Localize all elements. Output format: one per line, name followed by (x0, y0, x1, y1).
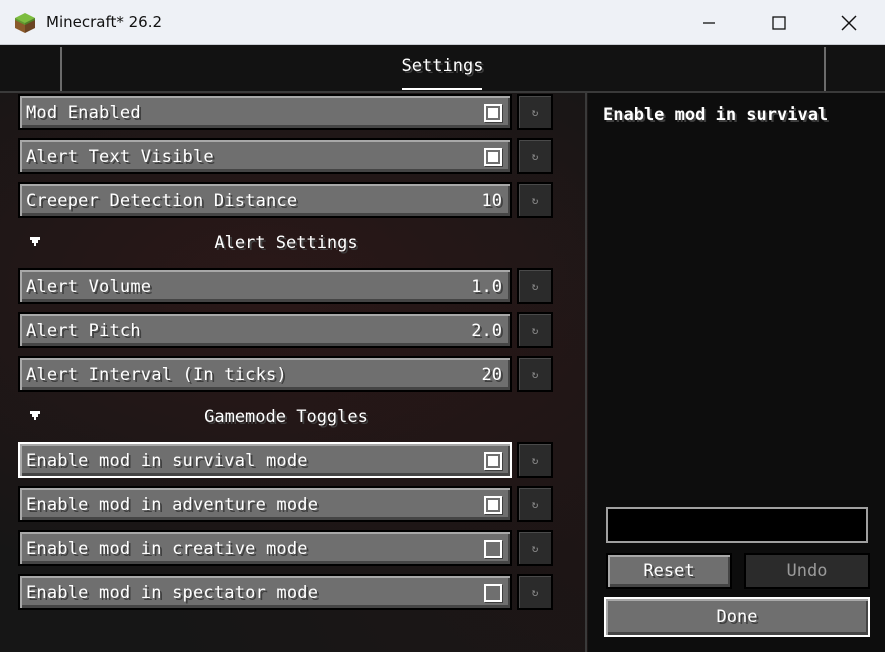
reset-setting-button[interactable]: ↻ (517, 356, 553, 392)
value-input-field[interactable] (606, 507, 868, 543)
reset-icon: ↻ (531, 279, 539, 293)
tab-active-underline (402, 88, 482, 90)
spectator-mode-toggle[interactable]: Enable mod in spectator mode (18, 574, 512, 610)
setting-row-adventure: Enable mod in adventure mode ↻ (18, 486, 554, 524)
alert-pitch-slider[interactable]: Alert Pitch 2.0 (18, 312, 512, 348)
reset-button[interactable]: Reset (606, 553, 732, 589)
reset-setting-button[interactable]: ↻ (517, 182, 553, 218)
maximize-button[interactable] (744, 0, 814, 45)
setting-label: Alert Interval (In ticks) (26, 365, 287, 385)
minimize-icon (703, 21, 715, 24)
creeper-distance-slider[interactable]: Creeper Detection Distance 10 (18, 182, 512, 218)
checkbox-checked[interactable] (484, 104, 502, 122)
reset-setting-button[interactable]: ↻ (517, 138, 553, 174)
setting-label: Mod Enabled (26, 103, 141, 123)
setting-label: Enable mod in survival mode (26, 451, 308, 471)
setting-row-spectator: Enable mod in spectator mode ↻ (18, 574, 554, 612)
setting-row-alert-text-visible: Alert Text Visible ↻ (18, 138, 554, 176)
reset-setting-button[interactable]: ↻ (517, 442, 553, 478)
description-title: Enable mod in survival (603, 105, 829, 125)
reset-icon: ↻ (531, 149, 539, 163)
creative-mode-toggle[interactable]: Enable mod in creative mode (18, 530, 512, 566)
reset-icon: ↻ (531, 367, 539, 381)
description-panel: Enable mod in survival Reset Undo Done (588, 93, 885, 652)
setting-row-alert-interval: Alert Interval (In ticks) 20 ↻ (18, 356, 554, 394)
setting-label: Alert Text Visible (26, 147, 214, 167)
reset-icon: ↻ (531, 585, 539, 599)
reset-setting-button[interactable]: ↻ (517, 530, 553, 566)
checkbox-unchecked[interactable] (484, 540, 502, 558)
section-title: Gamemode Toggles (204, 407, 368, 427)
setting-row-survival: Enable mod in survival mode ↻ (18, 442, 554, 480)
reset-setting-button[interactable]: ↻ (517, 312, 553, 348)
setting-value: 1.0 (471, 277, 502, 297)
adventure-mode-toggle[interactable]: Enable mod in adventure mode (18, 486, 512, 522)
reset-setting-button[interactable]: ↻ (517, 268, 553, 304)
alert-interval-slider[interactable]: Alert Interval (In ticks) 20 (18, 356, 512, 392)
setting-value: 20 (481, 365, 502, 385)
reset-icon: ↻ (531, 105, 539, 119)
game-screen: Settings Mod Enabled ↻ Alert Text Visibl… (0, 45, 885, 652)
setting-label: Creeper Detection Distance (26, 191, 298, 211)
window-titlebar: Minecraft* 26.2 (0, 0, 885, 45)
setting-label: Enable mod in creative mode (26, 539, 308, 559)
mod-enabled-toggle[interactable]: Mod Enabled (18, 94, 512, 130)
reset-setting-button[interactable]: ↻ (517, 574, 553, 610)
reset-icon: ↻ (531, 541, 539, 555)
checkbox-checked[interactable] (484, 452, 502, 470)
setting-label: Alert Volume (26, 277, 152, 297)
done-button[interactable]: Done (604, 597, 870, 637)
minimize-button[interactable] (674, 0, 744, 45)
setting-value: 2.0 (471, 321, 502, 341)
reset-icon: ↻ (531, 323, 539, 337)
section-title: Alert Settings (214, 233, 358, 253)
setting-value: 10 (481, 191, 502, 211)
reset-setting-button[interactable]: ↻ (517, 486, 553, 522)
checkbox-unchecked[interactable] (484, 584, 502, 602)
setting-row-creeper-distance: Creeper Detection Distance 10 ↻ (18, 182, 554, 220)
reset-icon: ↻ (531, 193, 539, 207)
setting-row-mod-enabled: Mod Enabled ↻ (18, 94, 554, 132)
settings-list[interactable]: Mod Enabled ↻ Alert Text Visible ↻ Creep… (0, 93, 580, 652)
reset-setting-button[interactable]: ↻ (517, 94, 553, 130)
maximize-icon (772, 15, 786, 30)
reset-icon: ↻ (531, 453, 539, 467)
close-icon (841, 15, 857, 30)
window-title: Minecraft* 26.2 (46, 13, 163, 31)
panel-divider (585, 93, 587, 652)
setting-row-alert-pitch: Alert Pitch 2.0 ↻ (18, 312, 554, 350)
setting-row-creative: Enable mod in creative mode ↻ (18, 530, 554, 568)
survival-mode-toggle[interactable]: Enable mod in survival mode (18, 442, 512, 478)
section-header-gamemode-toggles[interactable]: Gamemode Toggles (18, 402, 554, 432)
alert-text-visible-toggle[interactable]: Alert Text Visible (18, 138, 512, 174)
minecraft-grass-block-icon (15, 13, 35, 33)
setting-row-alert-volume: Alert Volume 1.0 ↻ (18, 268, 554, 306)
setting-label: Enable mod in spectator mode (26, 583, 319, 603)
tab-settings[interactable]: Settings (0, 56, 885, 76)
setting-label: Enable mod in adventure mode (26, 495, 319, 515)
checkbox-checked[interactable] (484, 496, 502, 514)
setting-label: Alert Pitch (26, 321, 141, 341)
close-button[interactable] (814, 0, 884, 45)
alert-volume-slider[interactable]: Alert Volume 1.0 (18, 268, 512, 304)
checkbox-checked[interactable] (484, 148, 502, 166)
reset-icon: ↻ (531, 497, 539, 511)
undo-button[interactable]: Undo (744, 553, 870, 589)
section-header-alert-settings[interactable]: Alert Settings (18, 228, 554, 258)
